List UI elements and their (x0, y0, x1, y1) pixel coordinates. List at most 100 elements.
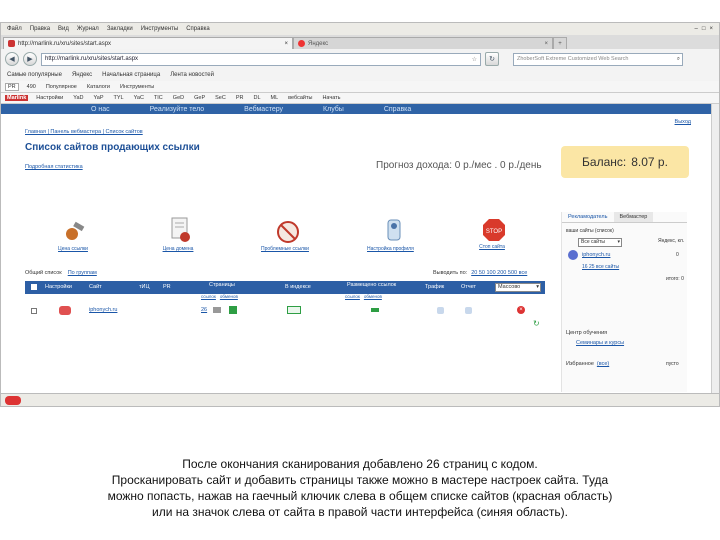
tab-close-icon[interactable]: × (284, 41, 288, 47)
topnav-about[interactable]: О нас (91, 106, 110, 113)
tool-profile[interactable]: Настройка профиля (367, 218, 414, 252)
minimize-icon[interactable]: – (695, 26, 698, 32)
refresh-icon[interactable]: ↻ (533, 319, 542, 328)
seo2-start[interactable]: Начать (320, 95, 342, 101)
doc-icon[interactable] (229, 306, 237, 314)
col-report[interactable]: Отчет (461, 284, 476, 290)
report-icon[interactable] (465, 307, 472, 314)
menu-tools[interactable]: Инструменты (141, 26, 178, 32)
maximize-icon[interactable]: □ (702, 26, 706, 32)
site-link[interactable]: iphonych.ru (89, 307, 117, 313)
seo2-yap[interactable]: YaP (92, 95, 106, 101)
wrench-icon[interactable] (59, 306, 71, 315)
search-icon[interactable]: ⌕ (677, 56, 680, 63)
menu-bookmarks[interactable]: Закладки (107, 26, 133, 32)
tab-webmaster[interactable]: Вебмастер (613, 212, 654, 222)
tool-stop[interactable]: STOP Стоп сайта (479, 218, 509, 250)
pages-link[interactable]: 16 25 все сайты (582, 264, 619, 270)
status-bar (1, 393, 719, 406)
back-icon[interactable]: ◀ (5, 52, 19, 66)
sidebar-site-link[interactable]: iphonych.ru (582, 252, 610, 258)
site-topnav: О нас Реализуйте тело Вебмастеру Клубы С… (1, 104, 711, 114)
seo2-websites[interactable]: вебсайты (286, 95, 314, 101)
vertical-scrollbar[interactable] (711, 104, 719, 393)
tab-close-icon[interactable]: × (544, 41, 548, 47)
marlink-button[interactable]: Marlink (5, 95, 29, 101)
tab-marlink[interactable]: http://marlink.ru/xru/sites/start.aspx × (3, 37, 293, 49)
reload-icon[interactable]: ↻ (485, 52, 499, 66)
sub-exchanges[interactable]: обменов (220, 294, 238, 299)
col-indexed[interactable]: В индексе (285, 284, 311, 290)
favorites-link[interactable]: (все) (597, 361, 609, 367)
seo-popular[interactable]: Популярное (44, 84, 79, 90)
sub-placed-exchanges[interactable]: обменов (364, 294, 382, 299)
col-pr[interactable]: PR (163, 284, 171, 290)
bookmark-yandex[interactable]: Яндекс (72, 72, 92, 78)
addon-icon[interactable] (5, 396, 21, 405)
seo2-sec[interactable]: SeC (213, 95, 228, 101)
chevron-down-icon: ▾ (617, 239, 620, 245)
forward-icon[interactable]: ▶ (23, 52, 37, 66)
export-icon[interactable] (213, 307, 221, 313)
seo2-tyl[interactable]: TYL (112, 95, 126, 101)
tool-domain-price[interactable]: Цена домена (163, 217, 196, 252)
topnav-clubs[interactable]: Клубы (323, 106, 344, 113)
tab-yandex[interactable]: Яндекс × (293, 37, 553, 49)
row-checkbox[interactable] (31, 308, 37, 314)
bulk-select[interactable]: Массово ▾ (495, 283, 541, 292)
seo-pr[interactable]: PR (5, 82, 19, 91)
sub-placed-links[interactable]: ссылок (345, 294, 360, 299)
topnav-advertisers[interactable]: Реализуйте тело (150, 106, 205, 113)
delete-icon[interactable]: × (517, 306, 525, 314)
seo2-dl[interactable]: DL (251, 95, 262, 101)
seo2-pr[interactable]: PR (234, 95, 246, 101)
menu-edit[interactable]: Правка (30, 26, 50, 32)
pages-count[interactable]: 26 (201, 307, 207, 313)
site-settings-icon[interactable] (568, 250, 578, 260)
col-pages[interactable]: Страницы (209, 282, 235, 288)
seo2-tic[interactable]: TIC (152, 95, 165, 101)
tool-link-price[interactable]: Цена ссылки (58, 220, 91, 252)
menu-view[interactable]: Вид (58, 26, 69, 32)
seo2-yac[interactable]: YaC (132, 95, 146, 101)
menu-history[interactable]: Журнал (77, 26, 99, 32)
close-icon[interactable]: × (709, 26, 713, 32)
url-input[interactable]: http://marlink.ru/xru/sites/start.aspx ☆ (41, 52, 481, 66)
seminars-link[interactable]: Семинары и курсы (576, 340, 624, 346)
topnav-help[interactable]: Справка (384, 106, 411, 113)
seo2-yad[interactable]: YaD (71, 95, 85, 101)
seo-catalogs[interactable]: Каталоги (85, 84, 112, 90)
bookmark-popular[interactable]: Самые популярные (7, 72, 62, 78)
stats-link[interactable]: Подробная статистика (25, 164, 83, 170)
tool-problem-links[interactable]: Проблемные ссылки (261, 220, 309, 252)
bookmark-start[interactable]: Начальная страница (102, 72, 160, 78)
site-select[interactable]: Все сайты ▾ (578, 238, 622, 247)
menu-file[interactable]: Файл (7, 26, 22, 32)
filter-groups[interactable]: По группам (68, 270, 97, 276)
seo2-ged[interactable]: GeD (171, 95, 186, 101)
search-input[interactable]: ZhoberSoft Extreme Customized Web Search… (513, 52, 683, 66)
col-site[interactable]: Сайт (89, 284, 102, 290)
logout-link[interactable]: Выход (675, 119, 691, 125)
menu-help[interactable]: Справка (186, 26, 210, 32)
topnav-webmasters[interactable]: Вебмастеру (244, 106, 283, 113)
filter-all[interactable]: Общий список (25, 270, 62, 276)
indexed-label: Яндекс, кл. (658, 238, 685, 244)
breadcrumb[interactable]: Главная | Панель вебмастера | Список сай… (25, 129, 143, 135)
pagination-options[interactable]: 20 50 100 200 500 все (471, 270, 527, 276)
traffic-icon[interactable] (437, 307, 444, 314)
new-tab-button[interactable]: + (553, 37, 567, 49)
col-tic[interactable]: тИЦ (139, 284, 150, 290)
star-icon[interactable]: ☆ (472, 56, 477, 63)
seo2-ml[interactable]: ML (269, 95, 281, 101)
seo2-gep[interactable]: GeP (192, 95, 207, 101)
col-settings[interactable]: Настройки (45, 284, 72, 290)
seo-tools[interactable]: Инструменты (118, 84, 156, 90)
sub-links[interactable]: ссылок (201, 294, 216, 299)
bookmark-news[interactable]: Лента новостей (170, 72, 214, 78)
tab-advertiser[interactable]: Рекламодатель (562, 212, 614, 222)
seo2-settings[interactable]: Настройки (34, 95, 65, 101)
select-all-checkbox[interactable] (31, 284, 37, 290)
col-placed[interactable]: Размещено ссылок (347, 282, 396, 288)
col-traffic[interactable]: Трафик (425, 284, 444, 290)
